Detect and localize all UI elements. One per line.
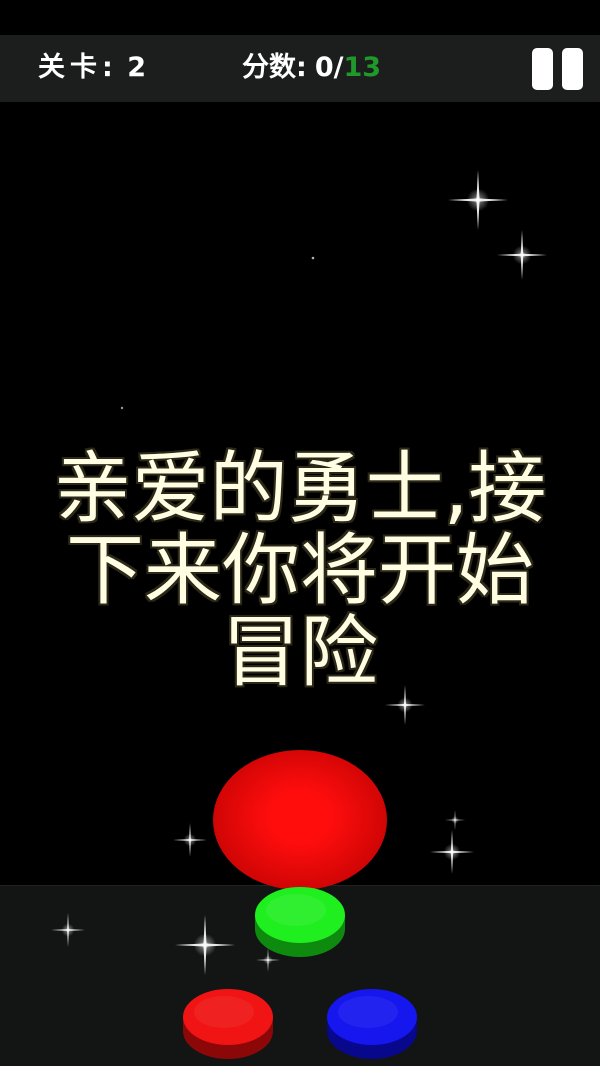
score-current: 0 xyxy=(314,52,334,83)
star-sparkle xyxy=(448,170,508,230)
green-disc-icon xyxy=(255,887,345,957)
star-sparkle xyxy=(497,230,547,280)
message-line-1: 亲爱的勇士,接 xyxy=(53,444,547,534)
blue-color-button[interactable] xyxy=(324,987,420,1063)
star-sparkle xyxy=(445,810,465,830)
level-value: 2 xyxy=(127,52,147,83)
score-separator: / xyxy=(333,52,344,83)
star-sparkle xyxy=(430,830,474,874)
star-sparkle xyxy=(173,823,207,857)
score-indicator: 分数: 0/13 xyxy=(242,51,381,85)
pause-bar-left xyxy=(532,48,553,90)
red-color-button[interactable] xyxy=(180,987,276,1063)
score-target: 13 xyxy=(343,52,382,83)
pause-icon xyxy=(532,48,584,90)
star-dot xyxy=(120,406,124,410)
message-line-3: 冒险 xyxy=(221,608,378,698)
pause-button[interactable] xyxy=(528,45,586,93)
star-dot xyxy=(311,256,315,260)
pause-bar-right xyxy=(562,48,583,90)
message-line-2: 下来你将开始 xyxy=(65,526,534,616)
red-disc-icon xyxy=(183,989,273,1059)
level-indicator: 关卡: 2 xyxy=(38,51,146,85)
intro-message: 亲爱的勇士,接 下来你将开始 冒险 xyxy=(0,448,600,694)
score-label: 分数: xyxy=(242,52,307,83)
green-color-button[interactable] xyxy=(252,885,348,961)
level-label: 关卡: xyxy=(38,52,118,83)
blue-disc-icon xyxy=(327,989,417,1059)
falling-red-ball xyxy=(213,750,387,890)
top-hud-bar: 关卡: 2 分数: 0/13 xyxy=(0,35,600,102)
